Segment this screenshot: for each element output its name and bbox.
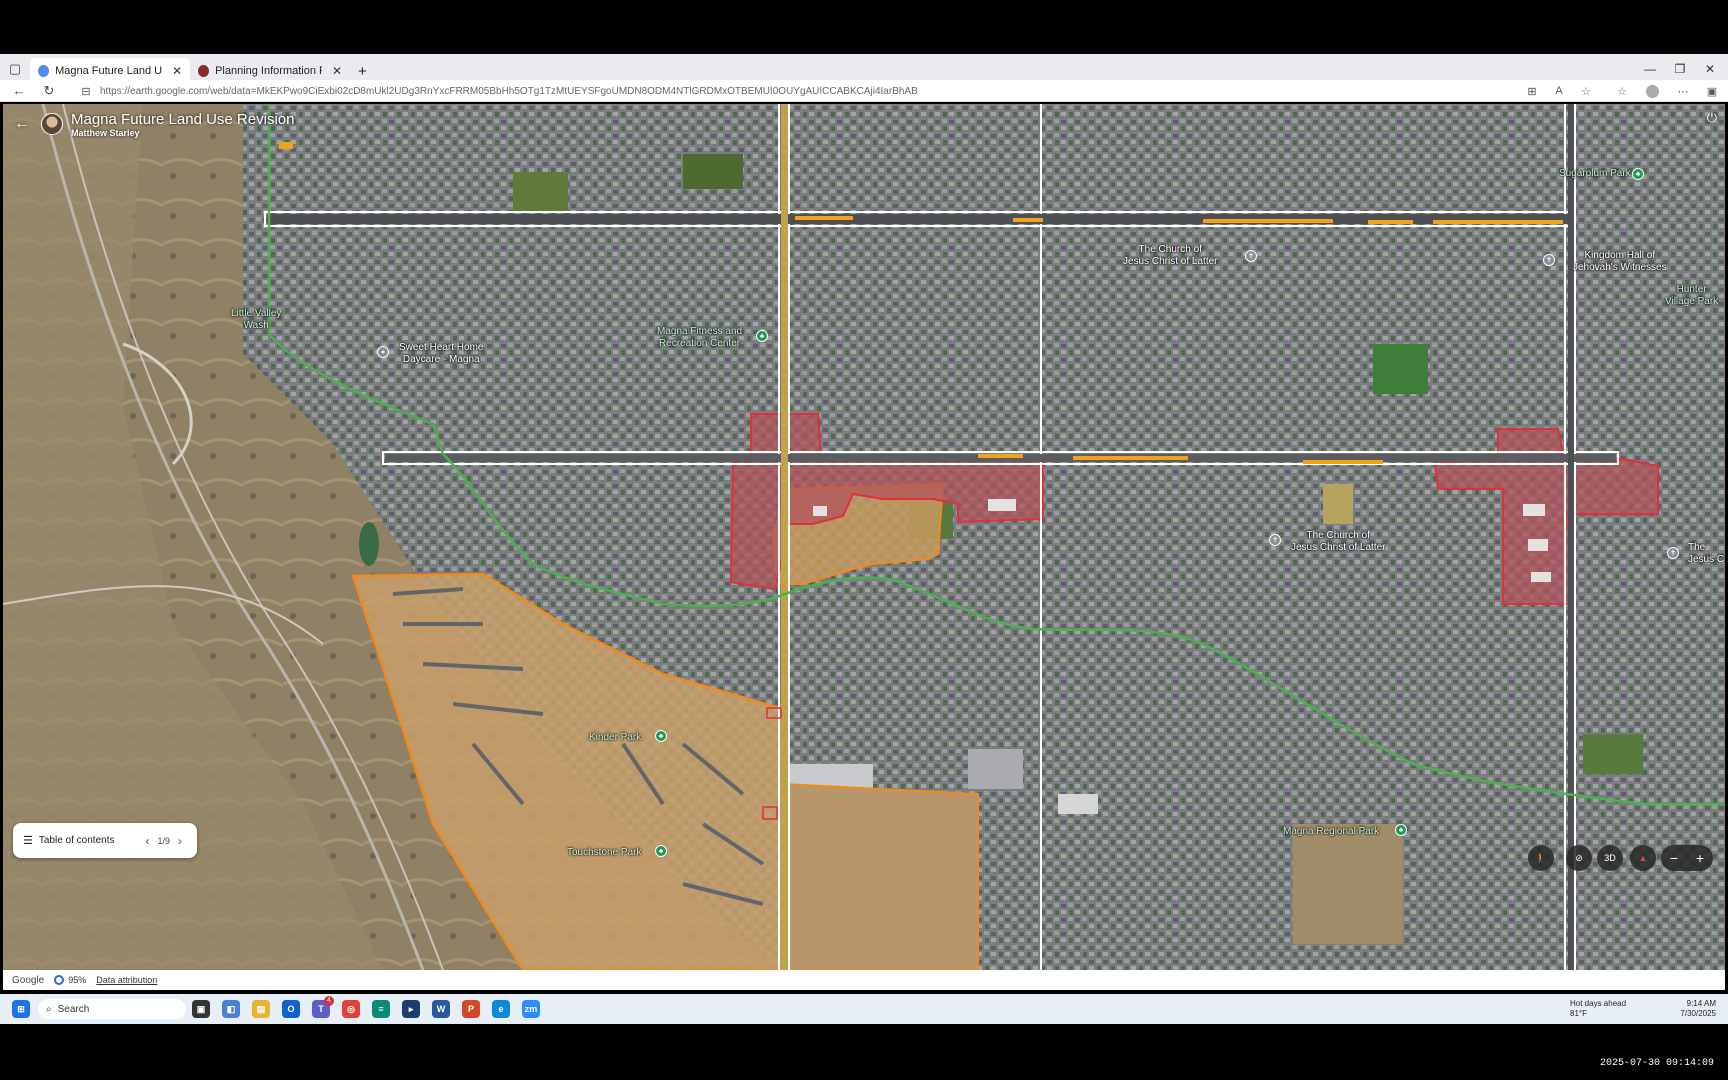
back-icon[interactable]: ← — [4, 80, 34, 102]
reload-icon[interactable]: ↻ — [34, 80, 64, 102]
project-title: Magna Future Land Use Revision — [71, 110, 295, 128]
3d-toggle-button[interactable]: 3D — [1597, 845, 1623, 871]
search-icon: ⌕ — [46, 1003, 52, 1015]
recording-timestamp: 2025-07-30 09:14:09 — [1599, 1058, 1714, 1069]
loading-percent: 95% — [68, 975, 87, 985]
park-pin-icon[interactable]: ♣ — [655, 730, 667, 742]
notes-icon[interactable]: ≡ — [372, 1000, 390, 1018]
kingdom-hall-pin-icon[interactable]: ✝ — [1543, 254, 1555, 266]
table-of-contents-panel[interactable]: ☰ Table of contents ‹ 1/9 › — [13, 823, 197, 858]
daycare-pin-icon[interactable]: ● — [377, 346, 389, 358]
terminal-icon[interactable]: ▸ — [402, 1000, 420, 1018]
orange-zone-south — [783, 784, 978, 970]
data-attribution-link[interactable]: Data attribution — [96, 975, 157, 985]
pond — [359, 522, 379, 566]
task-view-icon[interactable]: ▣ — [192, 1000, 210, 1018]
screen: ▢ Magna Future Land Use Revision ✕ Plann… — [0, 0, 1728, 1080]
label-kinder-park[interactable]: Kinder Park — [589, 732, 641, 744]
chevron-right-icon[interactable]: › — [173, 834, 187, 848]
back-arrow-icon[interactable]: ← — [3, 109, 41, 139]
fitness-pin-icon[interactable]: ♣ — [756, 330, 768, 342]
chrome-icon[interactable]: ◎ — [342, 1000, 360, 1018]
chevron-left-icon[interactable]: ‹ — [140, 834, 154, 848]
power-icon[interactable]: ⏻ — [1707, 110, 1717, 126]
more-options-icon[interactable]: ⋯ — [1675, 83, 1691, 99]
label-sweet-heart-daycare[interactable]: Sweet Heart Home Daycare - Magna — [399, 342, 483, 366]
weather-widget[interactable]: Hot days ahead 81°F — [1570, 999, 1626, 1019]
site-info-icon[interactable]: ⊟ — [78, 83, 94, 99]
map-imagery — [3, 104, 1725, 970]
tab-label: Planning Information Finder — [215, 65, 322, 77]
label-church-mid[interactable]: The Church of Jesus Christ of Latter — [1291, 530, 1385, 554]
satellite-map[interactable]: ← Magna Future Land Use Revision Matthew… — [3, 104, 1725, 970]
teams-badge: 4 — [324, 996, 334, 1006]
windows-start-icon[interactable]: ⊞ — [12, 1000, 30, 1018]
church-pin-icon[interactable]: ✝ — [1245, 250, 1257, 262]
clock-date: 7/30/2025 — [1680, 1009, 1716, 1018]
sidebar-toggle-icon[interactable]: ▢ — [0, 58, 30, 80]
label-kingdom-hall[interactable]: Kingdom Hall of Jehovah's Witnesses — [1573, 250, 1667, 274]
zoom-in-button[interactable]: + — [1696, 850, 1704, 866]
weather-temp: 81°F — [1570, 1009, 1587, 1018]
favorite-star-icon[interactable]: ☆ — [1578, 83, 1594, 99]
close-icon[interactable]: ✕ — [332, 64, 342, 78]
url-text: https://earth.google.com/web/data=MkEKPw… — [100, 86, 918, 97]
taskbar-search-label: Search — [57, 1003, 90, 1015]
widgets-icon[interactable]: ◧ — [222, 1000, 240, 1018]
label-hunter-village-park[interactable]: Hunter Village Park — [1665, 284, 1718, 308]
powerpoint-icon[interactable]: P — [462, 1000, 480, 1018]
google-earth-favicon-icon — [38, 65, 50, 77]
toc-page-indicator: 1/9 — [157, 835, 170, 846]
pegman-icon[interactable]: 🚶 — [1528, 845, 1554, 871]
park-pin-icon[interactable]: ♣ — [1395, 824, 1407, 836]
label-magna-regional-park[interactable]: Magna Regional Park — [1283, 826, 1379, 838]
zoom-app-icon[interactable]: zm — [522, 1000, 540, 1018]
favorites-icon[interactable]: ☆ — [1614, 83, 1630, 99]
close-icon[interactable]: ✕ — [172, 64, 182, 78]
label-sugarplum-park[interactable]: Sugarplum Park — [1559, 168, 1631, 180]
sidebar-icon[interactable]: ▣ — [1704, 83, 1720, 99]
toc-label[interactable]: Table of contents — [39, 835, 141, 846]
compass-icon[interactable]: ▲ — [1630, 845, 1656, 871]
taskbar-search[interactable]: ⌕ Search — [38, 999, 186, 1019]
loading-icon — [54, 975, 65, 985]
clock-time: 9:14 AM — [1686, 999, 1716, 1008]
church-pin-icon[interactable]: ✝ — [1269, 534, 1281, 546]
avatar[interactable] — [41, 113, 63, 135]
label-little-valley-wash[interactable]: Little Valley Wash — [231, 308, 281, 332]
weather-title: Hot days ahead — [1570, 999, 1627, 1008]
church-pin-icon[interactable]: ✝ — [1667, 547, 1679, 559]
tab-label: Magna Future Land Use Revision — [55, 65, 162, 77]
app-available-icon[interactable]: ⊞ — [1524, 83, 1540, 99]
project-author[interactable]: Matthew Starley — [71, 128, 294, 138]
park-pin-icon[interactable]: ♣ — [655, 845, 667, 857]
system-clock[interactable]: 9:14 AM 7/30/2025 — [1670, 999, 1716, 1019]
label-church-top[interactable]: The Church of Jesus Christ of Latter — [1123, 244, 1217, 268]
word-icon[interactable]: W — [432, 1000, 450, 1018]
label-touchstone-park[interactable]: Touchstone Park — [567, 847, 642, 859]
zoom-out-button[interactable]: − — [1670, 850, 1678, 866]
project-header: ← Magna Future Land Use Revision Matthew… — [3, 104, 294, 144]
park-pin-icon[interactable]: ♣ — [1632, 168, 1644, 180]
label-magna-fitness[interactable]: Magna Fitness and Recreation Center — [657, 326, 742, 350]
park-area — [513, 172, 568, 212]
edge-icon[interactable]: e — [492, 1000, 510, 1018]
zoom-control: − + — [1661, 845, 1713, 871]
planning-favicon-icon — [198, 65, 210, 77]
label-church-right[interactable]: The Jesus C — [1688, 542, 1724, 566]
hide-icon[interactable]: ⊘ — [1566, 845, 1592, 871]
windows-taskbar: ⊞ ⌕ Search ▣ ◧ ▤ O T 4 ◎ ≡ ▸ W P e zm Ho… — [0, 994, 1728, 1024]
profile-icon[interactable] — [1644, 83, 1660, 99]
google-logo: Google — [12, 974, 45, 986]
outlook-icon[interactable]: O — [282, 1000, 300, 1018]
file-explorer-icon[interactable]: ▤ — [252, 1000, 270, 1018]
url-field[interactable]: https://earth.google.com/web/data=MkEKPw… — [100, 83, 1530, 100]
address-bar: ← ↻ ⊟ https://earth.google.com/web/data=… — [0, 80, 1728, 102]
list-icon: ☰ — [23, 835, 33, 847]
map-status-bar: Google 95% Data attribution — [3, 970, 1725, 990]
read-aloud-icon[interactable]: A — [1551, 83, 1567, 99]
